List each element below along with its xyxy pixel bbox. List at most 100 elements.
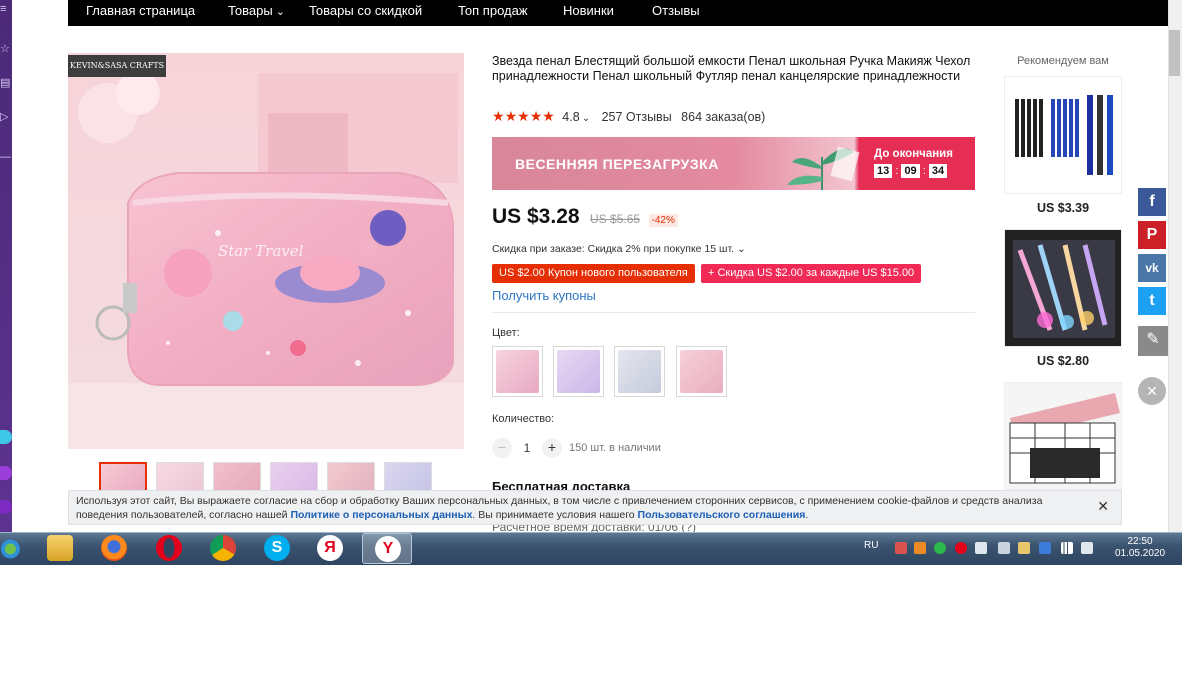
stock-count: 150 шт. в наличии	[569, 442, 661, 454]
nav-top-sales[interactable]: Топ продаж	[458, 0, 528, 26]
app-icon[interactable]	[0, 500, 12, 514]
discount-badge: -42%	[648, 214, 678, 227]
tray-icon[interactable]	[895, 542, 907, 554]
yandex-icon[interactable]: Я	[317, 535, 343, 561]
yandex-browser-task[interactable]: Y	[362, 533, 412, 564]
recommended-price-1: US $3.39	[1036, 201, 1090, 215]
star-icon: ★	[504, 108, 518, 124]
product-image-text: Star Travel	[218, 242, 304, 260]
network-icon[interactable]	[1061, 542, 1073, 554]
recommended-item-2[interactable]	[1004, 229, 1122, 347]
twitter-share-button[interactable]: t	[1138, 287, 1166, 315]
recommended-price-2: US $2.80	[1036, 354, 1090, 368]
tray-icon[interactable]	[998, 542, 1010, 554]
get-coupons-link[interactable]: Получить купоны	[492, 288, 596, 303]
quantity-label: Количество:	[492, 413, 555, 425]
vk-share-button[interactable]: vk	[1138, 254, 1166, 282]
play-icon[interactable]: ▷	[0, 110, 12, 124]
file-explorer-icon[interactable]	[47, 535, 73, 561]
current-price: US $3.28	[492, 205, 580, 228]
user-agreement-link[interactable]: Пользовательского соглашения	[638, 509, 806, 521]
cookie-notice: Используя этот сайт, Вы выражаете соглас…	[68, 490, 1122, 525]
privacy-policy-link[interactable]: Политике о персональных данных	[290, 509, 472, 521]
start-button[interactable]	[0, 533, 26, 565]
rating-stars: ★★★★★	[492, 108, 558, 124]
recommended-item-1[interactable]	[1004, 76, 1122, 194]
coupon-new-user[interactable]: US $2.00 Купон нового пользователя	[492, 264, 695, 283]
countdown-seconds: 34	[928, 164, 948, 178]
orders-count: 864 заказа(ов)	[681, 110, 766, 124]
sidebar-divider-icon: —	[0, 151, 11, 163]
facebook-share-button[interactable]: f	[1138, 188, 1166, 216]
language-indicator[interactable]: RU	[864, 540, 878, 551]
chat-icon[interactable]	[0, 466, 12, 480]
volume-icon[interactable]	[1081, 542, 1093, 554]
coupon-store-discount[interactable]: + Скидка US $2.00 за каждые US $15.00	[701, 264, 922, 283]
pinterest-share-button[interactable]: P	[1138, 221, 1166, 249]
chevron-down-icon: ⌄	[737, 243, 746, 255]
divider	[492, 312, 975, 313]
quantity-decrease-button[interactable]: −	[492, 438, 512, 458]
nav-products-label: Товары	[228, 3, 273, 18]
star-icon: ★	[492, 108, 505, 124]
product-main-image[interactable]: Star Travel KEVIN&SASA CRAFTS	[68, 53, 464, 449]
scrollbar-thumb[interactable]	[1169, 30, 1180, 76]
quantity-increase-button[interactable]: +	[542, 438, 562, 458]
countdown-minutes: 09	[901, 164, 920, 178]
firefox-icon[interactable]	[101, 535, 127, 561]
tray-icon[interactable]	[934, 542, 946, 554]
tray-icon[interactable]	[914, 542, 926, 554]
menu-icon[interactable]: ≡	[0, 2, 12, 16]
tray-icon[interactable]	[1018, 542, 1030, 554]
tray-icon[interactable]	[955, 542, 967, 554]
order-discount-text: Скидка при заказе: Скидка 2% при покупке…	[492, 243, 735, 255]
color-option-1[interactable]	[492, 346, 543, 397]
color-option-4[interactable]	[676, 346, 727, 397]
plant-decoration-icon	[787, 146, 860, 190]
page-scrollbar[interactable]	[1168, 0, 1182, 532]
cookie-close-button[interactable]: ✕	[1097, 499, 1109, 513]
nav-discounts[interactable]: Товары со скидкой	[309, 0, 422, 26]
clock[interactable]: 22:50 01.05.2020	[1110, 536, 1170, 560]
countdown-timer: 13 : 09 : 34	[874, 164, 948, 178]
star-icon[interactable]: ☆	[0, 42, 12, 56]
opera-icon[interactable]	[156, 535, 182, 561]
pencil-case-image	[1005, 383, 1121, 489]
nav-reviews[interactable]: Отзывы	[652, 0, 700, 26]
recommend-title: Рекомендуем вам	[1017, 55, 1109, 67]
order-discount[interactable]: Скидка при заказе: Скидка 2% при покупке…	[492, 243, 746, 255]
product-title: Звезда пенал Блестящий большой емкости П…	[492, 54, 971, 83]
nav-home[interactable]: Главная страница	[86, 0, 195, 26]
color-label: Цвет:	[492, 327, 520, 339]
nav-new[interactable]: Новинки	[563, 0, 614, 26]
skype-icon[interactable]: S	[264, 535, 290, 561]
screen: ≡ ☆ ▤ ▷ — Главная страница Товары ⌄ Товар…	[0, 0, 1200, 675]
browser-sidebar: ≡ ☆ ▤ ▷ —	[0, 0, 12, 532]
promo-banner[interactable]: ВЕСЕННЯЯ ПЕРЕЗАГРУЗКА До окончания 13 : …	[492, 137, 975, 190]
messenger-icon[interactable]	[0, 430, 12, 444]
tray-icon[interactable]	[975, 542, 987, 554]
rating-row: ★★★★★ 4.8 ⌄ 257 Отзывы 864 заказа(ов)	[492, 109, 765, 126]
chrome-icon[interactable]	[210, 535, 236, 561]
quantity-input[interactable]: 1	[519, 441, 535, 455]
close-share-button[interactable]: ✕	[1138, 377, 1166, 405]
nav-products[interactable]: Товары ⌄	[228, 0, 285, 26]
rating-value[interactable]: 4.8	[562, 110, 579, 124]
clock-date: 01.05.2020	[1114, 548, 1166, 559]
countdown-separator: :	[922, 165, 926, 177]
shield-icon[interactable]	[1039, 542, 1051, 554]
chevron-down-icon: ⌄	[275, 6, 285, 18]
pens-image	[1005, 77, 1121, 193]
color-option-2[interactable]	[553, 346, 604, 397]
pencil-case-photo: Star Travel	[68, 53, 464, 449]
edit-icon[interactable]: ✎	[1138, 326, 1168, 356]
star-icon: ★	[529, 108, 543, 124]
cookie-text-2: . Вы принимаете условия нашего	[472, 509, 638, 521]
color-option-3[interactable]	[614, 346, 665, 397]
star-icon: ★	[517, 108, 530, 124]
brand-label: KEVIN&SASA CRAFTS	[68, 55, 166, 77]
yandex-browser-icon: Y	[375, 536, 401, 562]
recommended-item-3[interactable]	[1004, 382, 1122, 490]
reviews-link[interactable]: 257 Отзывы	[602, 110, 672, 124]
history-icon[interactable]: ▤	[0, 76, 12, 90]
